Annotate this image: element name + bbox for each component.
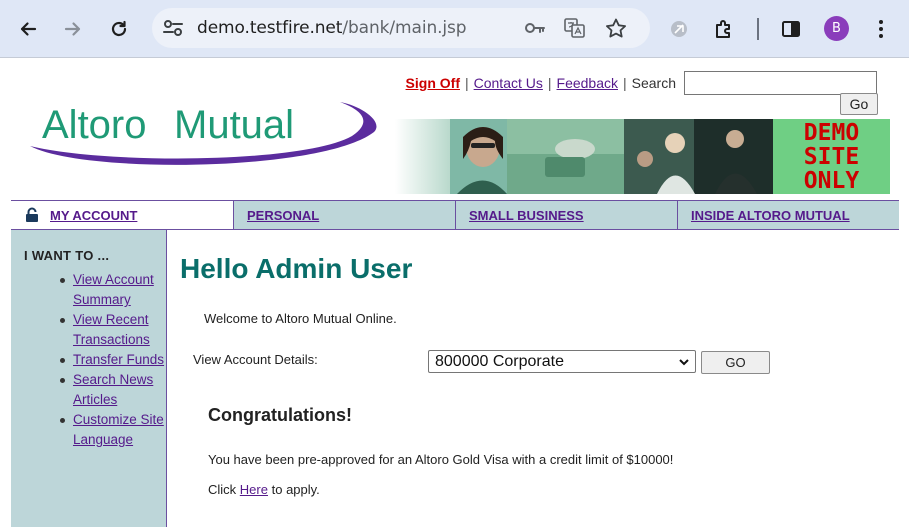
welcome-text: Welcome to Altoro Mutual Online. — [204, 311, 397, 326]
search-label: Search — [631, 75, 676, 91]
sidebar-item-search-news-articles[interactable]: Search News Articles — [73, 372, 153, 407]
apply-suffix: to apply. — [271, 482, 320, 497]
apply-line: Click Here to apply. — [208, 482, 320, 497]
sidebar-item-view-recent-transactions[interactable]: View Recent Transactions — [73, 312, 150, 347]
demo-line: ONLY — [803, 168, 860, 194]
address-bar[interactable]: demo.testfire.net/bank/main.jsp — [152, 8, 650, 48]
tab-label[interactable]: INSIDE ALTORO MUTUAL — [691, 208, 850, 223]
search-input[interactable] — [684, 71, 877, 95]
tab-inside-altoro-mutual[interactable]: INSIDE ALTORO MUTUAL — [678, 201, 899, 229]
contact-us-link[interactable]: Contact Us — [474, 75, 543, 91]
separator: | — [623, 75, 627, 91]
main-nav-tabs: MY ACCOUNT PERSONAL SMALL BUSINESS INSID… — [11, 200, 899, 230]
altoro-mutual-logo[interactable]: Altoro Mutual — [22, 94, 382, 169]
page-title: Hello Admin User — [180, 253, 413, 284]
logo-word-mutual: Mutual — [174, 103, 294, 147]
go-button[interactable]: GO — [701, 351, 770, 374]
feedback-link[interactable]: Feedback — [557, 75, 618, 91]
extension-badge-icon[interactable] — [666, 16, 692, 42]
url-text: demo.testfire.net/bank/main.jsp — [197, 18, 467, 38]
tab-personal[interactable]: PERSONAL — [234, 201, 456, 229]
list-item: View Recent Transactions — [60, 310, 165, 350]
translate-icon[interactable] — [564, 18, 586, 38]
preapproved-text: You have been pre-approved for an Altoro… — [208, 452, 674, 467]
top-links: Sign Off | Contact Us | Feedback | Searc… — [406, 71, 877, 95]
tab-label[interactable]: SMALL BUSINESS — [469, 208, 584, 223]
arrow-right-icon[interactable] — [58, 14, 88, 44]
main-content: Hello Admin User Welcome to Altoro Mutua… — [167, 230, 909, 527]
sign-off-link[interactable]: Sign Off — [406, 75, 460, 91]
logo-word-altoro: Altoro — [42, 103, 147, 147]
sidebar-item-transfer-funds[interactable]: Transfer Funds — [73, 352, 164, 367]
page-content: Sign Off | Contact Us | Feedback | Searc… — [0, 58, 909, 527]
tune-icon[interactable] — [162, 18, 184, 38]
sidebar: I WANT TO ... View Account Summary View … — [11, 230, 167, 527]
account-select-value: 800000 Corporate — [435, 352, 564, 370]
apply-prefix: Click — [208, 482, 237, 497]
separator: | — [464, 75, 469, 91]
sidebar-item-customize-site-language[interactable]: Customize Site Language — [73, 412, 164, 447]
apply-here-link[interactable]: Here — [240, 482, 268, 497]
congratulations-heading: Congratulations! — [208, 405, 352, 425]
browser-toolbar: demo.testfire.net/bank/main.jsp B — [0, 0, 909, 58]
demo-site-badge: DEMO SITE ONLY — [773, 119, 890, 194]
avatar[interactable]: B — [824, 16, 849, 41]
search-go-button[interactable]: Go — [840, 93, 878, 115]
tab-label[interactable]: PERSONAL — [247, 208, 319, 223]
star-icon[interactable] — [605, 18, 627, 38]
reload-icon[interactable] — [104, 14, 134, 44]
puzzle-icon[interactable] — [711, 16, 737, 42]
chevron-down-icon — [679, 359, 689, 366]
tab-small-business[interactable]: SMALL BUSINESS — [456, 201, 678, 229]
side-panel-icon[interactable] — [778, 16, 804, 42]
view-account-details-label: View Account Details: — [193, 352, 318, 367]
key-icon[interactable] — [524, 18, 546, 38]
sidebar-heading: I WANT TO ... — [24, 248, 110, 263]
demo-line: DEMO — [803, 120, 860, 146]
account-select[interactable]: 800000 Corporate — [428, 350, 696, 373]
separator: | — [547, 75, 552, 91]
list-item: Search News Articles — [60, 370, 165, 410]
list-item: Customize Site Language — [60, 410, 165, 450]
list-item: Transfer Funds — [60, 350, 165, 370]
tab-label[interactable]: MY ACCOUNT — [50, 208, 137, 223]
kebab-menu-icon[interactable] — [868, 16, 894, 42]
arrow-left-icon[interactable] — [13, 14, 43, 44]
toolbar-separator — [757, 18, 759, 40]
list-item: View Account Summary — [60, 270, 165, 310]
lock-icon — [26, 207, 38, 222]
header-banner: DEMO SITE ONLY — [395, 119, 890, 194]
banner-photos — [395, 119, 773, 194]
sidebar-links: View Account Summary View Recent Transac… — [60, 270, 165, 450]
demo-line: SITE — [803, 144, 860, 170]
sidebar-item-view-account-summary[interactable]: View Account Summary — [73, 272, 154, 307]
tab-my-account[interactable]: MY ACCOUNT — [11, 201, 234, 229]
